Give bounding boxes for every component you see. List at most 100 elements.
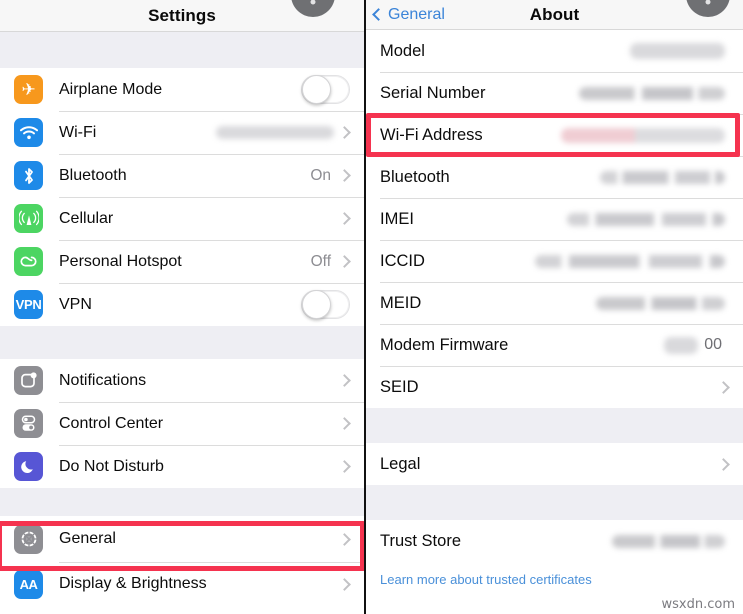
about-group-identifiers: Model Serial Number Wi-Fi Address Blueto…	[366, 30, 743, 408]
table-row-seid[interactable]: SEID	[366, 366, 743, 408]
row-label: Serial Number	[380, 83, 486, 102]
trusted-certificates-link[interactable]: Learn more about trusted certificates	[366, 562, 743, 587]
about-navbar: General About	[366, 0, 743, 30]
settings-group-general: General AA Display & Brightness	[0, 516, 364, 606]
sidebar-item-wifi[interactable]: Wi-Fi	[0, 111, 364, 154]
row-label: Wi-Fi	[59, 123, 97, 141]
sidebar-item-vpn[interactable]: VPN VPN	[0, 283, 364, 326]
table-row-modem-firmware[interactable]: Modem Firmware 00	[366, 324, 743, 366]
chevron-right-icon	[338, 212, 351, 225]
section-gap	[0, 32, 364, 68]
toggle-knob	[302, 290, 331, 319]
toggle-knob	[302, 75, 331, 104]
sidebar-item-cellular[interactable]: Cellular	[0, 197, 364, 240]
table-row-serial-number[interactable]: Serial Number	[366, 72, 743, 114]
section-gap	[366, 485, 743, 520]
table-row-meid[interactable]: MEID	[366, 282, 743, 324]
row-label: Model	[380, 41, 425, 60]
settings-group-system: Notifications Control Center Do Not Dist…	[0, 359, 364, 488]
table-row-iccid[interactable]: ICCID	[366, 240, 743, 282]
redacted-value	[630, 43, 725, 59]
section-gap	[0, 326, 364, 359]
chevron-right-icon	[717, 380, 730, 394]
row-value: Off	[310, 252, 331, 270]
vpn-icon: VPN	[14, 290, 43, 319]
row-label: Cellular	[59, 209, 114, 227]
row-label: General	[59, 530, 116, 547]
airplane-icon: ✈	[14, 75, 43, 104]
table-row-imei[interactable]: IMEI	[366, 198, 743, 240]
redacted-value	[600, 170, 725, 184]
settings-group-connectivity: ✈ Airplane Mode Wi-Fi Bluetooth On Cellu…	[0, 68, 364, 326]
redacted-value	[612, 534, 725, 548]
page-title: Settings	[148, 5, 216, 25]
redacted-value	[664, 336, 699, 354]
chevron-right-icon	[338, 169, 351, 182]
chevron-right-icon	[338, 255, 351, 268]
notifications-icon	[14, 366, 43, 395]
chevron-right-icon	[338, 374, 351, 387]
table-row-legal[interactable]: Legal	[366, 443, 743, 485]
table-row-wifi-address[interactable]: Wi-Fi Address	[366, 114, 743, 156]
row-label: Display & Brightness	[59, 575, 207, 592]
chevron-right-icon	[338, 417, 351, 430]
cellular-icon	[14, 204, 43, 233]
row-value: 00	[704, 336, 722, 353]
chevron-right-icon	[338, 532, 351, 546]
row-label: Modem Firmware	[380, 335, 509, 354]
row-label: Wi-Fi Address	[380, 125, 483, 144]
row-label: SEID	[380, 377, 419, 396]
redacted-value	[596, 296, 725, 310]
sidebar-item-bluetooth[interactable]: Bluetooth On	[0, 154, 364, 197]
row-label: MEID	[380, 293, 422, 312]
watermark: wsxdn.com	[661, 597, 736, 612]
sidebar-item-general[interactable]: General	[0, 516, 364, 562]
redacted-value	[561, 127, 725, 143]
control-center-icon	[14, 409, 43, 438]
chevron-right-icon	[717, 457, 730, 471]
airplane-mode-toggle[interactable]	[301, 75, 350, 104]
wifi-icon	[14, 118, 43, 147]
back-button-general[interactable]: General	[372, 5, 445, 24]
chevron-left-icon	[372, 8, 385, 21]
section-gap	[366, 408, 743, 443]
row-label: Bluetooth	[380, 167, 450, 186]
row-label: Legal	[380, 454, 421, 473]
row-label: ICCID	[380, 251, 425, 270]
table-row-bluetooth[interactable]: Bluetooth	[366, 156, 743, 198]
screenshot-root: Settings ✈ Airplane Mode Wi-Fi Bluetooth…	[0, 0, 743, 614]
about-panel: General About Model Serial Number Wi-Fi …	[366, 0, 743, 614]
vpn-toggle[interactable]	[301, 290, 350, 319]
back-button-label: General	[388, 5, 445, 23]
row-label: Do Not Disturb	[59, 457, 164, 475]
redacted-value	[216, 126, 334, 139]
redacted-value	[579, 86, 725, 100]
moon-icon	[14, 452, 43, 481]
chevron-right-icon	[338, 126, 351, 139]
gear-icon	[14, 524, 43, 554]
table-row-trust-store[interactable]: Trust Store	[366, 520, 743, 562]
section-gap	[0, 488, 364, 516]
sidebar-item-do-not-disturb[interactable]: Do Not Disturb	[0, 445, 364, 488]
row-label: Trust Store	[380, 531, 461, 550]
sidebar-item-airplane-mode[interactable]: ✈ Airplane Mode	[0, 68, 364, 111]
hotspot-icon	[14, 247, 43, 276]
table-row-model[interactable]: Model	[366, 30, 743, 72]
row-label: Control Center	[59, 414, 164, 432]
display-brightness-icon: AA	[14, 569, 43, 599]
settings-panel: Settings ✈ Airplane Mode Wi-Fi Bluetooth…	[0, 0, 366, 614]
redacted-value	[567, 212, 725, 226]
row-label: Personal Hotspot	[59, 252, 182, 270]
sidebar-item-display-brightness[interactable]: AA Display & Brightness	[0, 562, 364, 606]
row-label: IMEI	[380, 209, 414, 228]
redacted-value	[535, 254, 725, 268]
row-label: Bluetooth	[59, 166, 127, 184]
chevron-right-icon	[338, 577, 351, 591]
sidebar-item-control-center[interactable]: Control Center	[0, 402, 364, 445]
bluetooth-icon	[14, 161, 43, 190]
about-group-trust-store: Trust Store	[366, 520, 743, 562]
row-label: Airplane Mode	[59, 80, 163, 98]
sidebar-item-personal-hotspot[interactable]: Personal Hotspot Off	[0, 240, 364, 283]
about-group-legal: Legal	[366, 443, 743, 485]
sidebar-item-notifications[interactable]: Notifications	[0, 359, 364, 402]
